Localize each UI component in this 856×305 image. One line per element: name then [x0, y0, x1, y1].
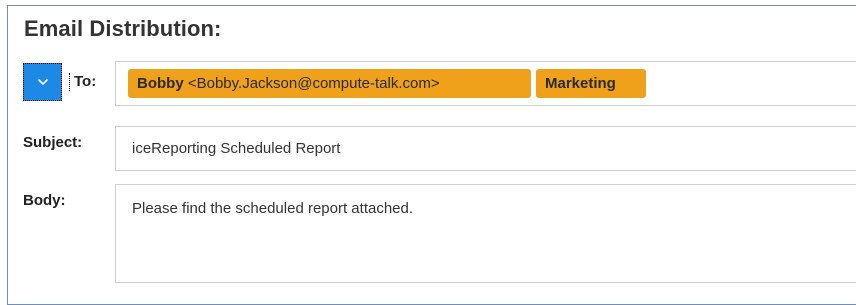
to-recipients-field[interactable]: Bobby <Bobby.Jackson@compute-talk.com> M… — [115, 61, 856, 106]
recipient-name: Bobby — [137, 75, 184, 92]
subject-field[interactable]: iceReporting Scheduled Report — [115, 126, 856, 171]
body-textarea[interactable]: Please find the scheduled report attache… — [115, 184, 856, 283]
subject-label: Subject: — [23, 134, 83, 151]
section-title: Email Distribution: — [24, 16, 222, 41]
subject-value: iceReporting Scheduled Report — [132, 140, 341, 157]
recipient-address: <Bobby.Jackson@compute-talk.com> — [187, 75, 440, 92]
recipient-name: Marketing — [545, 75, 616, 92]
recipient-chip[interactable]: Marketing — [536, 69, 646, 98]
recipients-dropdown-button[interactable] — [23, 63, 62, 101]
body-label: Body: — [23, 192, 66, 209]
recipient-chip[interactable]: Bobby <Bobby.Jackson@compute-talk.com> — [128, 69, 531, 98]
body-value: Please find the scheduled report attache… — [132, 200, 414, 217]
to-label: To: — [69, 73, 96, 91]
chevron-down-icon — [37, 79, 48, 85]
